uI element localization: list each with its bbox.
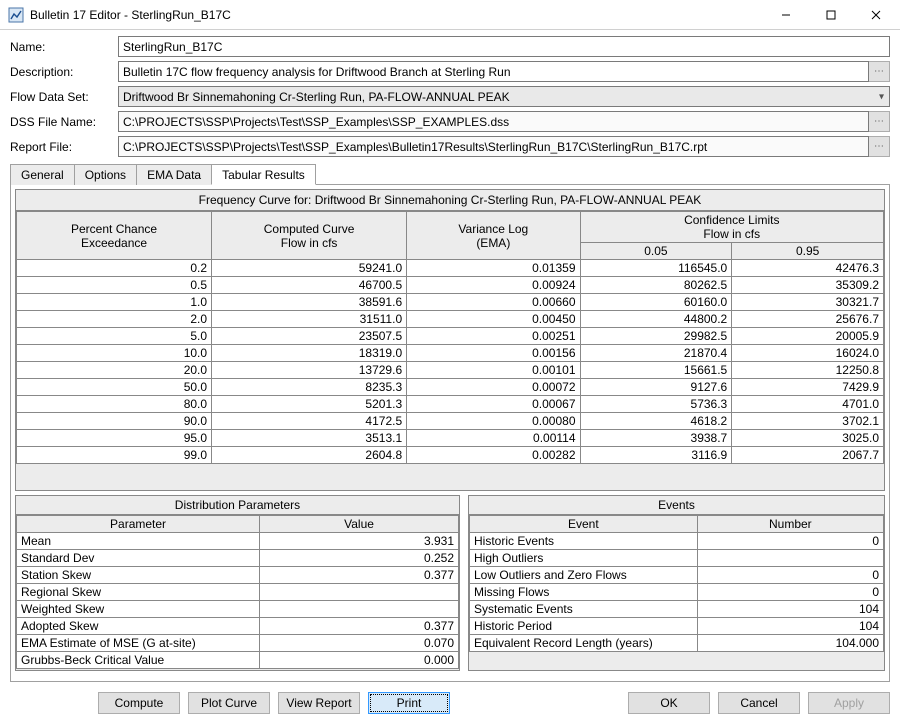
title-bar[interactable]: Bulletin 17 Editor - SterlingRun_B17C xyxy=(0,0,900,30)
compute-button[interactable]: Compute xyxy=(98,692,180,714)
table-row[interactable]: 80.05201.30.000675736.34701.0 xyxy=(17,396,884,413)
table-row[interactable]: 2.031511.00.0045044800.225676.7 xyxy=(17,311,884,328)
table-row[interactable]: Grubbs-Beck Critical Value0.000 xyxy=(17,652,459,669)
flowdata-label: Flow Data Set: xyxy=(10,90,118,104)
minimize-button[interactable] xyxy=(763,1,808,29)
table-row[interactable]: 99.02604.80.002823116.92067.7 xyxy=(17,447,884,464)
description-label: Description: xyxy=(10,65,118,79)
table-row[interactable]: Station Skew0.377 xyxy=(17,567,459,584)
distribution-parameters-table: Distribution Parameters ParameterValue M… xyxy=(15,495,460,671)
table-row[interactable]: Low Outliers and Zero Flows0 xyxy=(470,567,884,584)
plot-curve-button[interactable]: Plot Curve xyxy=(188,692,270,714)
close-button[interactable] xyxy=(853,1,898,29)
table-row[interactable]: High Outliers xyxy=(470,550,884,567)
chevron-down-icon: ▾ xyxy=(879,91,884,102)
reportfile-input[interactable]: C:\PROJECTS\SSP\Projects\Test\SSP_Exampl… xyxy=(118,136,869,157)
apply-button[interactable]: Apply xyxy=(808,692,890,714)
table-row[interactable]: 90.04172.50.000804618.23702.1 xyxy=(17,413,884,430)
tab-options[interactable]: Options xyxy=(74,164,137,185)
table-row[interactable]: 20.013729.60.0010115661.512250.8 xyxy=(17,362,884,379)
events-table: Events EventNumber Historic Events0High … xyxy=(468,495,885,671)
table-row[interactable]: Missing Flows0 xyxy=(470,584,884,601)
print-button[interactable]: Print xyxy=(368,692,450,714)
table-row[interactable]: Historic Events0 xyxy=(470,533,884,550)
name-label: Name: xyxy=(10,40,118,54)
frequency-table: Frequency Curve for: Driftwood Br Sinnem… xyxy=(15,189,885,491)
reportfile-label: Report File: xyxy=(10,140,118,154)
app-icon xyxy=(8,7,24,23)
table-row[interactable]: 0.546700.50.0092480262.535309.2 xyxy=(17,277,884,294)
tab-general[interactable]: General xyxy=(10,164,75,185)
description-input[interactable]: Bulletin 17C flow frequency analysis for… xyxy=(118,61,869,82)
button-row: Compute Plot Curve View Report Print OK … xyxy=(0,686,900,716)
table-row[interactable]: 10.018319.00.0015621870.416024.0 xyxy=(17,345,884,362)
frequency-table-title: Frequency Curve for: Driftwood Br Sinnem… xyxy=(16,190,884,211)
cancel-button[interactable]: Cancel xyxy=(718,692,800,714)
table-row[interactable]: Systematic Events104 xyxy=(470,601,884,618)
flowdata-select[interactable]: Driftwood Br Sinnemahoning Cr-Sterling R… xyxy=(118,86,890,107)
table-row[interactable]: 1.038591.60.0066060160.030321.7 xyxy=(17,294,884,311)
table-row[interactable]: 5.023507.50.0025129982.520005.9 xyxy=(17,328,884,345)
tabs: General Options EMA Data Tabular Results xyxy=(10,163,890,185)
table-row[interactable]: 95.03513.10.001143938.73025.0 xyxy=(17,430,884,447)
table-row[interactable]: Weighted Skew xyxy=(17,601,459,618)
window-title: Bulletin 17 Editor - SterlingRun_B17C xyxy=(30,8,763,22)
tab-ema-data[interactable]: EMA Data xyxy=(136,164,212,185)
tab-tabular-results[interactable]: Tabular Results xyxy=(211,164,316,185)
table-row[interactable]: Adopted Skew0.377 xyxy=(17,618,459,635)
table-row[interactable]: Regional Skew xyxy=(17,584,459,601)
table-row[interactable]: 50.08235.30.000729127.67429.9 xyxy=(17,379,884,396)
dssfile-input[interactable]: C:\PROJECTS\SSP\Projects\Test\SSP_Exampl… xyxy=(118,111,869,132)
maximize-button[interactable] xyxy=(808,1,853,29)
dssfile-label: DSS File Name: xyxy=(10,115,118,129)
table-row[interactable]: Mean3.931 xyxy=(17,533,459,550)
reportfile-browse-button[interactable]: ⋯ xyxy=(869,136,890,157)
description-browse-button[interactable]: ⋯ xyxy=(869,61,890,82)
table-row[interactable]: EMA Estimate of MSE (G at-site)0.070 xyxy=(17,635,459,652)
dssfile-browse-button[interactable]: ⋯ xyxy=(869,111,890,132)
table-row[interactable]: Historic Period104 xyxy=(470,618,884,635)
table-row[interactable]: Equivalent Record Length (years)104.000 xyxy=(470,635,884,652)
name-input[interactable]: SterlingRun_B17C xyxy=(118,36,890,57)
view-report-button[interactable]: View Report xyxy=(278,692,360,714)
ok-button[interactable]: OK xyxy=(628,692,710,714)
table-row[interactable]: Standard Dev0.252 xyxy=(17,550,459,567)
table-row[interactable]: 0.259241.00.01359116545.042476.3 xyxy=(17,260,884,277)
